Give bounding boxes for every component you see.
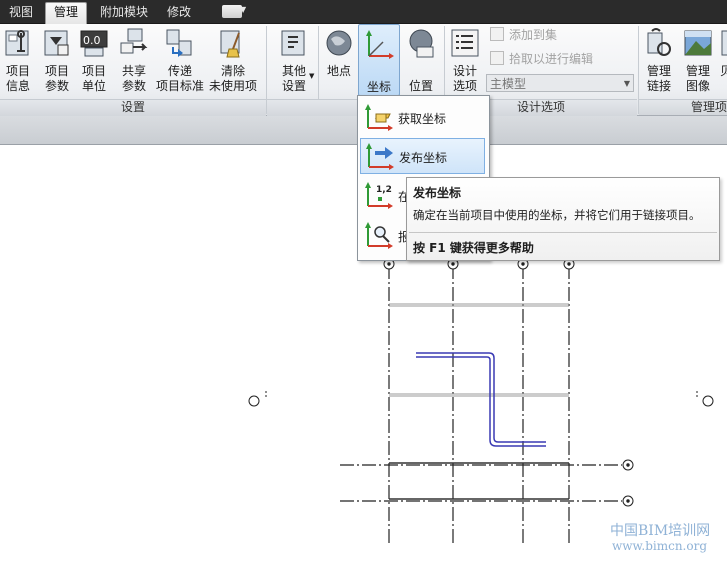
design-option-select[interactable]: 主模型 ▼ xyxy=(486,74,634,92)
tooltip-help-hint: 按 F1 键获得更多帮助 xyxy=(413,241,534,255)
partial-button-icon xyxy=(721,30,727,56)
shared-parameters-button[interactable]: 共享 参数 xyxy=(114,24,154,99)
project-parameters-icon xyxy=(44,30,69,56)
menu-item-acquire-coordinates[interactable]: 获取坐标 xyxy=(360,100,485,136)
project-units-label: 项目 单位 xyxy=(81,64,106,93)
purge-unused-button[interactable]: 清除 未使用项 xyxy=(206,24,260,99)
add-to-set-button[interactable]: 添加到集 xyxy=(490,27,557,43)
horizontal-grid-lines xyxy=(340,464,622,502)
tooltip-title: 发布坐标 xyxy=(413,186,462,200)
location-label: 地点 xyxy=(326,64,351,78)
menu-item-publish-coordinates[interactable]: 发布坐标 xyxy=(360,138,485,174)
design-options-button[interactable]: 设计 选项 xyxy=(446,24,484,99)
structure-lines xyxy=(389,462,569,500)
pick-to-edit-button[interactable]: 拾取以进行编辑 xyxy=(490,51,593,67)
chevron-down-icon: ▼ xyxy=(309,72,315,80)
shared-parameters-icon xyxy=(120,28,148,54)
reference-lines xyxy=(389,303,569,397)
tab-view[interactable]: 视图 xyxy=(0,3,42,23)
tooltip-divider xyxy=(409,232,717,233)
report-coordinates-icon xyxy=(365,222,393,249)
add-to-set-icon xyxy=(490,27,504,41)
project-units-icon: 0.0 xyxy=(80,30,108,57)
grid-bubbles-right xyxy=(622,459,634,507)
tab-addins[interactable]: 附加模块 xyxy=(90,3,158,23)
manage-images-button[interactable]: 管理 图像 xyxy=(678,24,718,99)
acquire-coordinates-icon xyxy=(365,104,393,131)
watermark-title: 中国BIM培训网 xyxy=(610,523,711,539)
additional-settings-button[interactable]: 其他 设置 ▼ xyxy=(272,24,316,99)
project-info-icon xyxy=(5,30,29,56)
svg-text:1,2: 1,2 xyxy=(376,185,392,195)
panel-label-manage-project: 管理项 xyxy=(639,99,727,115)
tooltip: 发布坐标 确定在当前项目中使用的坐标，并将它们用于链接项目。 按 F1 键获得更… xyxy=(406,177,720,261)
location-button[interactable]: 地点 xyxy=(320,24,358,99)
elevation-marker-left[interactable] xyxy=(248,391,267,407)
panel-label-blank xyxy=(267,99,357,116)
project-info-button[interactable]: 项目 信息 xyxy=(0,24,36,99)
additional-settings-icon xyxy=(281,30,305,56)
menu-item-label: 获取坐标 xyxy=(398,112,447,126)
project-info-label: 项目 信息 xyxy=(5,64,30,93)
manage-links-icon xyxy=(647,28,671,56)
transfer-standards-button[interactable]: 传递 项目标准 xyxy=(154,24,206,99)
project-parameters-button[interactable]: 项目 参数 xyxy=(38,24,76,99)
purge-unused-icon xyxy=(220,30,240,58)
manage-links-button[interactable]: 管理 链接 xyxy=(640,24,678,99)
elevation-marker-right[interactable] xyxy=(696,391,714,407)
position-icon xyxy=(409,29,434,58)
purge-unused-label: 清除 未使用项 xyxy=(208,64,257,93)
coordinates-button[interactable]: 坐标 ▼ xyxy=(358,24,400,103)
coordinates-icon xyxy=(366,30,394,59)
manage-images-icon xyxy=(684,30,712,56)
quick-access-button[interactable] xyxy=(222,5,242,18)
menu-item-label: 发布坐标 xyxy=(399,151,448,165)
project-parameters-label: 项目 参数 xyxy=(44,64,69,93)
chevron-down-icon[interactable]: ▼ xyxy=(240,5,246,14)
panel-label-settings: 设置 xyxy=(0,99,266,116)
partial-ribbon-button[interactable]: 贝 xyxy=(718,24,727,99)
transfer-standards-icon xyxy=(166,29,192,57)
transfer-standards-label: 传递 项目标准 xyxy=(155,64,204,93)
manage-images-label: 管理 图像 xyxy=(685,64,710,93)
tooltip-description: 确定在当前项目中使用的坐标，并将它们用于链接项目。 xyxy=(413,208,701,222)
svg-text:0.0: 0.0 xyxy=(83,34,101,47)
specify-coordinates-icon: 1,2 xyxy=(365,182,393,209)
vertical-grid-lines xyxy=(388,265,570,545)
design-options-label: 设计 选项 xyxy=(452,64,477,93)
publish-coordinates-icon xyxy=(366,143,394,170)
partial-button-label: 贝 xyxy=(720,64,727,78)
pick-to-edit-icon xyxy=(490,51,504,65)
design-options-icon xyxy=(451,29,479,57)
manage-links-label: 管理 链接 xyxy=(646,64,671,93)
ribbon-tab-bar: 视图 管理 附加模块 修改 ▼ xyxy=(0,0,727,24)
shared-parameters-label: 共享 参数 xyxy=(121,64,146,93)
tab-modify[interactable]: 修改 xyxy=(160,3,198,23)
tab-manage[interactable]: 管理 xyxy=(45,2,87,24)
project-units-button[interactable]: 0.0 项目 单位 xyxy=(76,24,112,99)
position-button[interactable]: 位置 ▼ xyxy=(400,24,442,102)
location-icon xyxy=(326,30,352,56)
watermark-url: www.bimcn.org xyxy=(612,539,708,553)
wall-element[interactable] xyxy=(416,352,546,447)
chevron-down-icon: ▼ xyxy=(623,79,630,88)
